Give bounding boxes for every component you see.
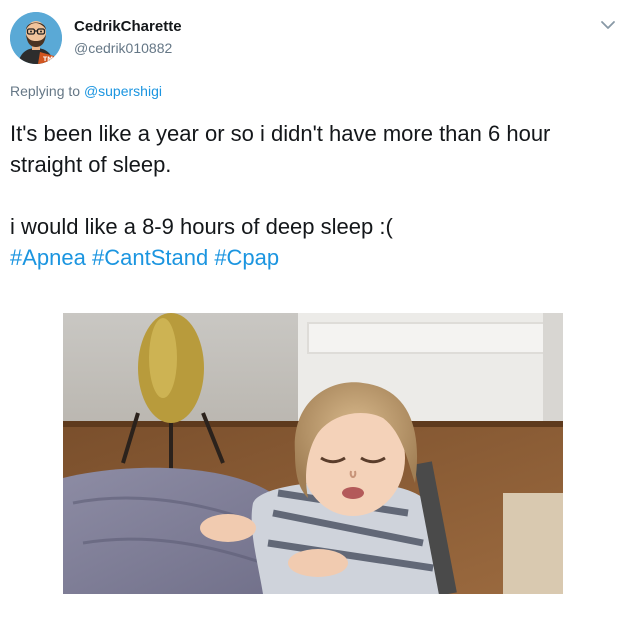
sleepy-toddler-image (63, 313, 563, 594)
tweet-text-line: i would like a 8-9 hours of deep sleep :… (10, 214, 393, 239)
tweet-text-line: straight of sleep. (10, 152, 172, 177)
cartoon-avatar-icon: TM (10, 12, 62, 64)
svg-text:TM: TM (43, 56, 53, 63)
chevron-down-icon (601, 21, 615, 29)
hashtag-link[interactable]: #Apnea (10, 245, 86, 270)
tweet: TM CedrikCharette @cedrik010882 Replying… (0, 0, 627, 627)
tweet-text: It's been like a year or so i didn't hav… (10, 118, 620, 273)
reply-mention-link[interactable]: @supershigi (84, 83, 162, 99)
hashtag-link[interactable]: #CantStand (92, 245, 208, 270)
tweet-menu-button[interactable] (600, 18, 616, 30)
replying-to: Replying to @supershigi (10, 83, 162, 99)
tweet-media-image[interactable] (63, 313, 563, 594)
hashtag-link[interactable]: #Cpap (214, 245, 279, 270)
replying-to-label: Replying to (10, 83, 81, 99)
avatar[interactable]: TM (10, 12, 62, 64)
tweet-text-line: It's been like a year or so i didn't hav… (10, 121, 551, 146)
user-handle[interactable]: @cedrik010882 (74, 40, 172, 56)
tweet-text-spacer (10, 180, 620, 211)
hashtag-list: #Apnea #CantStand #Cpap (10, 242, 620, 273)
display-name[interactable]: CedrikCharette (74, 18, 182, 35)
